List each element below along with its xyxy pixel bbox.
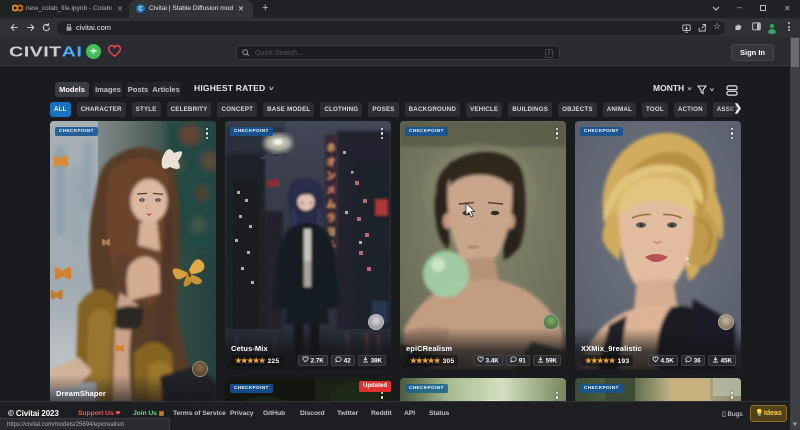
svg-text:C: C bbox=[138, 6, 143, 12]
